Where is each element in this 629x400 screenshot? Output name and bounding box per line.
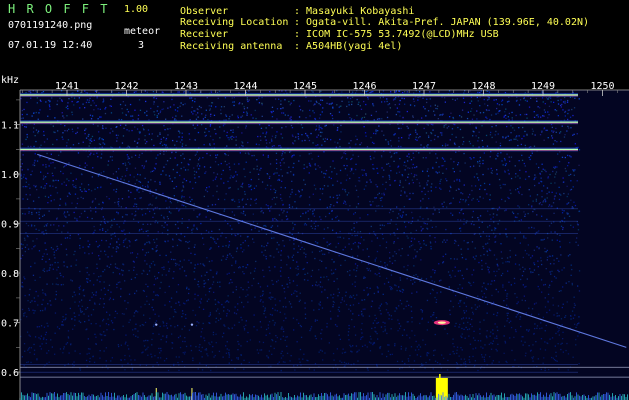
y-unit-label: kHz (1, 75, 19, 86)
app-name: H R O F F T (8, 2, 110, 16)
time-tick-label: 1245 (293, 81, 317, 92)
time-tick-label: 1249 (531, 81, 555, 92)
info-label-antenna: Receiving antenna (180, 41, 283, 52)
freq-tick-label: 0.8 (1, 269, 19, 280)
info-label-receiver: Receiver (180, 29, 229, 40)
time-tick-label: 1247 (412, 81, 436, 92)
noise-layer (20, 90, 629, 400)
meteor-echo-core (437, 321, 446, 324)
timestamp: 07.01.19 12:40 (8, 40, 93, 51)
time-tick-label: 1246 (352, 81, 376, 92)
spectrogram-panel: kHz 1241 1242 1243 1244 1245 1246 1247 1248 1249 1… (1, 75, 629, 400)
mode-label: meteor (124, 26, 161, 37)
app-version: 1.00 (124, 4, 149, 15)
meteor-count: 3 (138, 40, 145, 51)
time-tick-label: 1241 (55, 81, 79, 92)
meteor-echo (155, 323, 158, 326)
info-value-antenna: : A504HB(yagi 4el) (294, 41, 403, 52)
time-tick-label: 1248 (471, 81, 495, 92)
time-tick-label: 1250 (590, 81, 614, 92)
info-label-location: Receiving Location (180, 17, 289, 28)
file-name: 0701191240.png (8, 20, 93, 31)
time-tick-label: 1242 (114, 81, 138, 92)
meteor-echo (190, 323, 194, 326)
freq-tick-label: 0.6 (1, 368, 19, 379)
time-tick-label: 1243 (174, 81, 198, 92)
info-value-receiver: : ICOM IC-575 53.7492(@LCD)MHz USB (294, 29, 499, 40)
freq-tick-label: 0.9 (1, 220, 19, 231)
freq-tick-label: 0.7 (1, 319, 19, 330)
freq-tick-label: 1.1 (1, 121, 19, 132)
freq-tick-label: 1.0 (1, 170, 19, 181)
time-tick-label: 1244 (233, 81, 257, 92)
info-value-location: : Ogata-vill. Akita-Pref. JAPAN (139.96E… (294, 17, 590, 28)
